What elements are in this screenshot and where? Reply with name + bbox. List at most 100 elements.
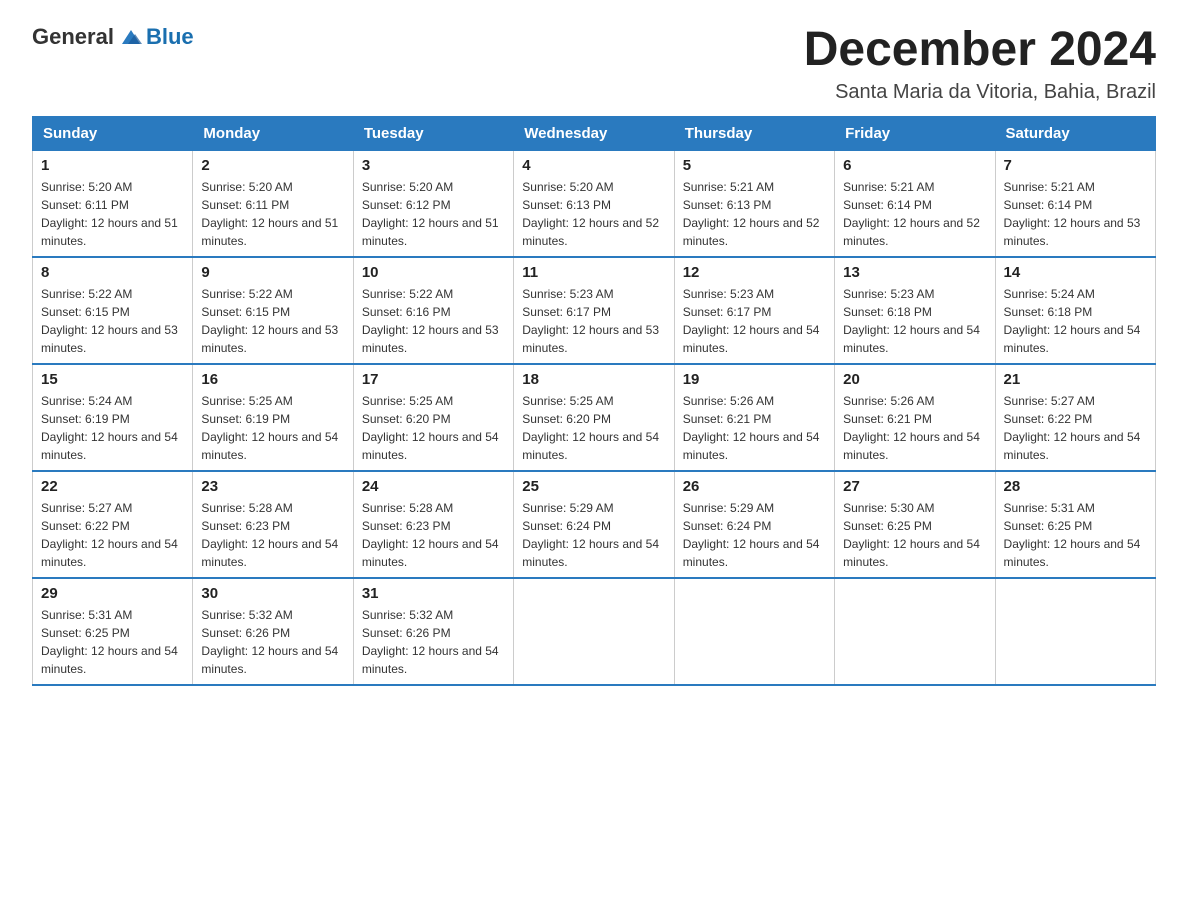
page-header: General Blue December 2024 Santa Maria d…	[32, 24, 1156, 104]
calendar-cell: 18 Sunrise: 5:25 AMSunset: 6:20 PMDayligh…	[514, 364, 674, 471]
logo-general: General	[32, 24, 114, 50]
calendar-cell: 22Sunrise: 5:27 AMSunset: 6:22 PMDayligh…	[33, 471, 193, 578]
calendar-cell: 9 Sunrise: 5:22 AMSunset: 6:15 PMDaylight…	[193, 257, 353, 364]
logo-icon	[120, 26, 142, 48]
day-info: Sunrise: 5:23 AMSunset: 6:17 PMDaylight:…	[683, 285, 826, 357]
day-number: 29	[41, 585, 184, 602]
day-number: 21	[1004, 371, 1147, 388]
day-info: Sunrise: 5:22 AMSunset: 6:15 PMDaylight:…	[201, 285, 344, 357]
day-number: 19	[683, 371, 826, 388]
calendar-cell: 16 Sunrise: 5:25 AMSunset: 6:19 PMDayligh…	[193, 364, 353, 471]
day-number: 13	[843, 264, 986, 281]
day-info: Sunrise: 5:24 AMSunset: 6:19 PMDaylight:…	[41, 392, 184, 464]
day-info: Sunrise: 5:29 AMSunset: 6:24 PMDaylight:…	[683, 499, 826, 571]
calendar-cell: 7 Sunrise: 5:21 AMSunset: 6:14 PMDaylight…	[995, 150, 1155, 257]
day-number: 14	[1004, 264, 1147, 281]
day-header-tuesday: Tuesday	[353, 116, 513, 150]
day-number: 20	[843, 371, 986, 388]
calendar-week-1: 1 Sunrise: 5:20 AMSunset: 6:11 PMDaylight…	[33, 150, 1156, 257]
day-number: 12	[683, 264, 826, 281]
day-info: Sunrise: 5:31 AMSunset: 6:25 PMDaylight:…	[1004, 499, 1147, 571]
day-info: Sunrise: 5:21 AMSunset: 6:14 PMDaylight:…	[1004, 178, 1147, 250]
day-info: Sunrise: 5:30 AMSunset: 6:25 PMDaylight:…	[843, 499, 986, 571]
day-number: 1	[41, 157, 184, 174]
day-info: Sunrise: 5:23 AMSunset: 6:18 PMDaylight:…	[843, 285, 986, 357]
day-info: Sunrise: 5:26 AMSunset: 6:21 PMDaylight:…	[683, 392, 826, 464]
calendar-week-3: 15 Sunrise: 5:24 AMSunset: 6:19 PMDayligh…	[33, 364, 1156, 471]
day-info: Sunrise: 5:25 AMSunset: 6:20 PMDaylight:…	[522, 392, 665, 464]
day-info: Sunrise: 5:25 AMSunset: 6:19 PMDaylight:…	[201, 392, 344, 464]
calendar-cell: 19 Sunrise: 5:26 AMSunset: 6:21 PMDayligh…	[674, 364, 834, 471]
calendar-cell: 1 Sunrise: 5:20 AMSunset: 6:11 PMDaylight…	[33, 150, 193, 257]
day-header-sunday: Sunday	[33, 116, 193, 150]
day-number: 26	[683, 478, 826, 495]
calendar-cell: 11 Sunrise: 5:23 AMSunset: 6:17 PMDayligh…	[514, 257, 674, 364]
day-number: 7	[1004, 157, 1147, 174]
day-header-saturday: Saturday	[995, 116, 1155, 150]
day-info: Sunrise: 5:29 AMSunset: 6:24 PMDaylight:…	[522, 499, 665, 571]
day-number: 25	[522, 478, 665, 495]
day-info: Sunrise: 5:27 AMSunset: 6:22 PMDaylight:…	[1004, 392, 1147, 464]
calendar-cell: 13 Sunrise: 5:23 AMSunset: 6:18 PMDayligh…	[835, 257, 995, 364]
day-number: 27	[843, 478, 986, 495]
day-info: Sunrise: 5:28 AMSunset: 6:23 PMDaylight:…	[201, 499, 344, 571]
calendar-cell: 5Sunrise: 5:21 AMSunset: 6:13 PMDaylight…	[674, 150, 834, 257]
day-info: Sunrise: 5:20 AMSunset: 6:13 PMDaylight:…	[522, 178, 665, 250]
calendar-cell: 4 Sunrise: 5:20 AMSunset: 6:13 PMDaylight…	[514, 150, 674, 257]
calendar-cell	[835, 578, 995, 685]
month-title: December 2024	[804, 24, 1156, 77]
day-number: 15	[41, 371, 184, 388]
calendar-week-5: 29Sunrise: 5:31 AMSunset: 6:25 PMDayligh…	[33, 578, 1156, 685]
day-number: 17	[362, 371, 505, 388]
calendar-cell: 8 Sunrise: 5:22 AMSunset: 6:15 PMDaylight…	[33, 257, 193, 364]
calendar-cell: 3Sunrise: 5:20 AMSunset: 6:12 PMDaylight…	[353, 150, 513, 257]
title-block: December 2024 Santa Maria da Vitoria, Ba…	[804, 24, 1156, 104]
day-info: Sunrise: 5:24 AMSunset: 6:18 PMDaylight:…	[1004, 285, 1147, 357]
day-info: Sunrise: 5:32 AMSunset: 6:26 PMDaylight:…	[201, 606, 344, 678]
day-info: Sunrise: 5:27 AMSunset: 6:22 PMDaylight:…	[41, 499, 184, 571]
day-info: Sunrise: 5:23 AMSunset: 6:17 PMDaylight:…	[522, 285, 665, 357]
day-info: Sunrise: 5:32 AMSunset: 6:26 PMDaylight:…	[362, 606, 505, 678]
day-number: 23	[201, 478, 344, 495]
calendar-cell: 31 Sunrise: 5:32 AMSunset: 6:26 PMDayligh…	[353, 578, 513, 685]
day-header-friday: Friday	[835, 116, 995, 150]
day-number: 16	[201, 371, 344, 388]
logo-blue: Blue	[146, 24, 194, 50]
calendar-cell: 29Sunrise: 5:31 AMSunset: 6:25 PMDayligh…	[33, 578, 193, 685]
location-title: Santa Maria da Vitoria, Bahia, Brazil	[804, 81, 1156, 104]
day-header-monday: Monday	[193, 116, 353, 150]
day-number: 24	[362, 478, 505, 495]
calendar-cell: 6 Sunrise: 5:21 AMSunset: 6:14 PMDaylight…	[835, 150, 995, 257]
day-info: Sunrise: 5:25 AMSunset: 6:20 PMDaylight:…	[362, 392, 505, 464]
calendar-cell	[514, 578, 674, 685]
day-number: 18	[522, 371, 665, 388]
day-info: Sunrise: 5:28 AMSunset: 6:23 PMDaylight:…	[362, 499, 505, 571]
day-info: Sunrise: 5:22 AMSunset: 6:15 PMDaylight:…	[41, 285, 184, 357]
calendar-cell: 20Sunrise: 5:26 AMSunset: 6:21 PMDayligh…	[835, 364, 995, 471]
calendar-cell: 30Sunrise: 5:32 AMSunset: 6:26 PMDayligh…	[193, 578, 353, 685]
day-info: Sunrise: 5:22 AMSunset: 6:16 PMDaylight:…	[362, 285, 505, 357]
day-number: 11	[522, 264, 665, 281]
calendar-cell: 21 Sunrise: 5:27 AMSunset: 6:22 PMDayligh…	[995, 364, 1155, 471]
day-info: Sunrise: 5:20 AMSunset: 6:11 PMDaylight:…	[41, 178, 184, 250]
day-number: 8	[41, 264, 184, 281]
calendar-table: SundayMondayTuesdayWednesdayThursdayFrid…	[32, 116, 1156, 686]
day-info: Sunrise: 5:20 AMSunset: 6:12 PMDaylight:…	[362, 178, 505, 250]
day-number: 9	[201, 264, 344, 281]
day-info: Sunrise: 5:21 AMSunset: 6:13 PMDaylight:…	[683, 178, 826, 250]
day-number: 28	[1004, 478, 1147, 495]
day-number: 4	[522, 157, 665, 174]
calendar-cell: 25 Sunrise: 5:29 AMSunset: 6:24 PMDayligh…	[514, 471, 674, 578]
calendar-cell	[674, 578, 834, 685]
day-header-wednesday: Wednesday	[514, 116, 674, 150]
day-number: 10	[362, 264, 505, 281]
logo: General Blue	[32, 24, 194, 50]
day-number: 6	[843, 157, 986, 174]
day-number: 31	[362, 585, 505, 602]
day-info: Sunrise: 5:21 AMSunset: 6:14 PMDaylight:…	[843, 178, 986, 250]
calendar-cell	[995, 578, 1155, 685]
calendar-cell: 28 Sunrise: 5:31 AMSunset: 6:25 PMDayligh…	[995, 471, 1155, 578]
calendar-cell: 23 Sunrise: 5:28 AMSunset: 6:23 PMDayligh…	[193, 471, 353, 578]
calendar-week-2: 8 Sunrise: 5:22 AMSunset: 6:15 PMDaylight…	[33, 257, 1156, 364]
day-info: Sunrise: 5:20 AMSunset: 6:11 PMDaylight:…	[201, 178, 344, 250]
